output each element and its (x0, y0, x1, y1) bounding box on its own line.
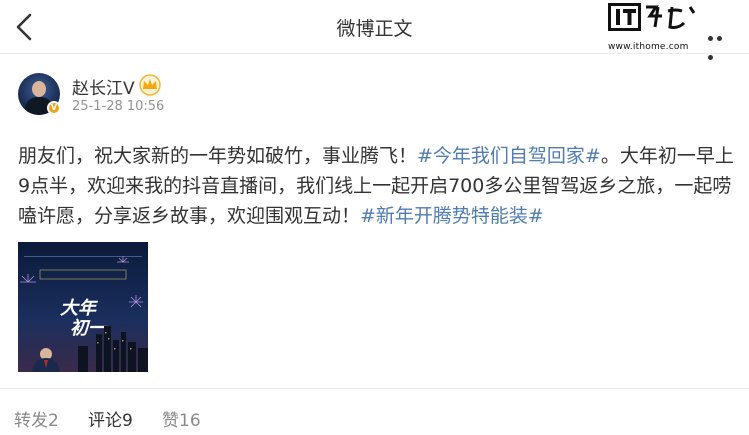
hashtag-link[interactable]: #新年开腾势特能装# (360, 205, 544, 227)
more-dots-icon[interactable] (708, 26, 734, 60)
ithome-logo (608, 3, 704, 40)
post-text-1: 朋友们，祝大家新的一年势如破竹，事业腾飞！ (18, 145, 418, 167)
author-name[interactable]: 赵长江V (72, 74, 135, 99)
comment-button[interactable]: 评论9 (88, 406, 133, 431)
repost-button[interactable]: 转发2 (14, 406, 59, 431)
action-bar: 转发2 评论9 赞16 (0, 388, 749, 435)
verified-badge-icon: V (47, 101, 61, 115)
post-author: V 赵长江V 25-1-28 10:56 (18, 73, 478, 121)
crown-icon (139, 74, 161, 96)
post-timestamp: 25-1-28 10:56 (72, 99, 165, 114)
ithome-watermark: www.ithome.com (608, 3, 704, 52)
post-content: 朋友们，祝大家新的一年势如破竹，事业腾飞！#今年我们自驾回家#。大年初一早上9点… (18, 141, 734, 231)
hashtag-link[interactable]: #今年我们自驾回家# (417, 145, 601, 167)
watermark-url: www.ithome.com (608, 42, 689, 52)
post-image[interactable]: 大年 初一 (18, 242, 148, 372)
like-button[interactable]: 赞16 (162, 406, 201, 431)
top-navigation-bar: 微博正文 www.ithome.com (0, 0, 749, 60)
image-title-text: 大年 (60, 298, 99, 319)
svg-text:初一: 初一 (70, 318, 108, 339)
